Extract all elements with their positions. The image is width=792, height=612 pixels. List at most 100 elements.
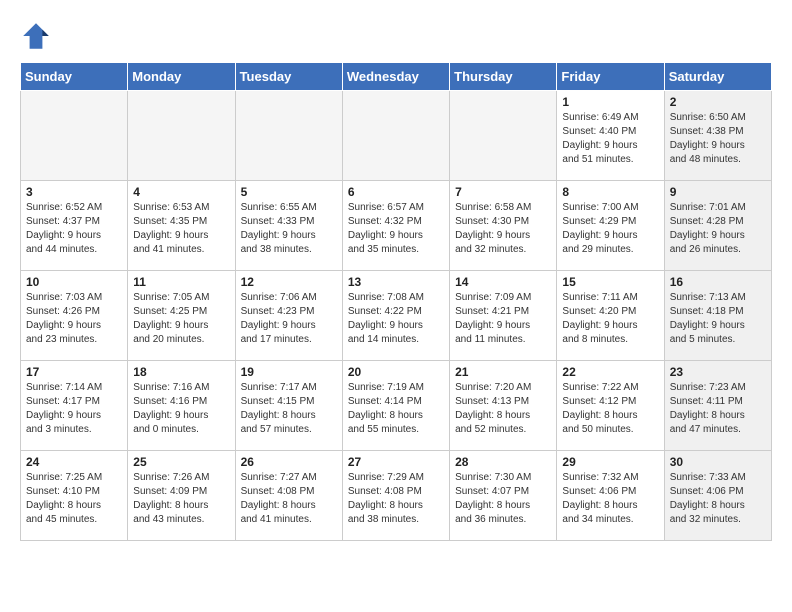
day-number: 23 xyxy=(670,365,766,379)
calendar-cell: 6 Sunrise: 6:57 AM Sunset: 4:32 PM Daylig… xyxy=(342,181,449,271)
day-number: 1 xyxy=(562,95,658,109)
cell-info: Sunrise: 7:19 AM Sunset: 4:14 PM Dayligh… xyxy=(348,381,444,437)
calendar-cell: 26 Sunrise: 7:27 AM Sunset: 4:08 PM Dayli… xyxy=(235,451,342,541)
cell-info: Sunrise: 7:14 AM Sunset: 4:17 PM Dayligh… xyxy=(26,381,122,437)
cell-info: Sunrise: 6:50 AM Sunset: 4:38 PM Dayligh… xyxy=(670,111,766,167)
weekday-header: Wednesday xyxy=(342,63,449,91)
calendar-cell: 7 Sunrise: 6:58 AM Sunset: 4:30 PM Daylig… xyxy=(450,181,557,271)
calendar-header: SundayMondayTuesdayWednesdayThursdayFrid… xyxy=(21,63,772,91)
cell-info: Sunrise: 7:29 AM Sunset: 4:08 PM Dayligh… xyxy=(348,471,444,527)
calendar-cell: 3Sunrise: 6:52 AM Sunset: 4:37 PM Daylig… xyxy=(21,181,128,271)
day-number: 21 xyxy=(455,365,551,379)
day-number: 29 xyxy=(562,455,658,469)
cell-info: Sunrise: 7:30 AM Sunset: 4:07 PM Dayligh… xyxy=(455,471,551,527)
day-number: 18 xyxy=(133,365,229,379)
cell-info: Sunrise: 7:03 AM Sunset: 4:26 PM Dayligh… xyxy=(26,291,122,347)
calendar-cell: 1Sunrise: 6:49 AM Sunset: 4:40 PM Daylig… xyxy=(557,91,664,181)
calendar-cell: 25 Sunrise: 7:26 AM Sunset: 4:09 PM Dayli… xyxy=(128,451,235,541)
calendar-cell: 18 Sunrise: 7:16 AM Sunset: 4:16 PM Dayli… xyxy=(128,361,235,451)
cell-info: Sunrise: 6:55 AM Sunset: 4:33 PM Dayligh… xyxy=(241,201,337,257)
cell-info: Sunrise: 7:05 AM Sunset: 4:25 PM Dayligh… xyxy=(133,291,229,347)
calendar-cell xyxy=(21,91,128,181)
cell-info: Sunrise: 7:11 AM Sunset: 4:20 PM Dayligh… xyxy=(562,291,658,347)
day-number: 22 xyxy=(562,365,658,379)
day-number: 9 xyxy=(670,185,766,199)
day-number: 8 xyxy=(562,185,658,199)
cell-info: Sunrise: 6:57 AM Sunset: 4:32 PM Dayligh… xyxy=(348,201,444,257)
calendar-cell: 29 Sunrise: 7:32 AM Sunset: 4:06 PM Dayli… xyxy=(557,451,664,541)
cell-info: Sunrise: 7:27 AM Sunset: 4:08 PM Dayligh… xyxy=(241,471,337,527)
calendar-cell: 20 Sunrise: 7:19 AM Sunset: 4:14 PM Dayli… xyxy=(342,361,449,451)
calendar-cell: 8 Sunrise: 7:00 AM Sunset: 4:29 PM Daylig… xyxy=(557,181,664,271)
day-number: 5 xyxy=(241,185,337,199)
calendar-cell xyxy=(128,91,235,181)
calendar-cell: 21 Sunrise: 7:20 AM Sunset: 4:13 PM Dayli… xyxy=(450,361,557,451)
day-number: 12 xyxy=(241,275,337,289)
day-number: 15 xyxy=(562,275,658,289)
calendar-cell: 14 Sunrise: 7:09 AM Sunset: 4:21 PM Dayli… xyxy=(450,271,557,361)
calendar-cell: 30 Sunrise: 7:33 AM Sunset: 4:06 PM Dayli… xyxy=(664,451,771,541)
cell-info: Sunrise: 7:00 AM Sunset: 4:29 PM Dayligh… xyxy=(562,201,658,257)
day-number: 10 xyxy=(26,275,122,289)
day-number: 19 xyxy=(241,365,337,379)
day-number: 4 xyxy=(133,185,229,199)
calendar-cell: 5 Sunrise: 6:55 AM Sunset: 4:33 PM Daylig… xyxy=(235,181,342,271)
day-number: 16 xyxy=(670,275,766,289)
calendar-cell xyxy=(342,91,449,181)
day-number: 24 xyxy=(26,455,122,469)
day-number: 27 xyxy=(348,455,444,469)
day-number: 26 xyxy=(241,455,337,469)
weekday-header: Tuesday xyxy=(235,63,342,91)
calendar-cell: 4Sunrise: 6:53 AM Sunset: 4:35 PM Daylig… xyxy=(128,181,235,271)
calendar-cell: 16Sunrise: 7:13 AM Sunset: 4:18 PM Dayli… xyxy=(664,271,771,361)
calendar-row: 1Sunrise: 6:49 AM Sunset: 4:40 PM Daylig… xyxy=(21,91,772,181)
calendar-cell xyxy=(235,91,342,181)
day-number: 28 xyxy=(455,455,551,469)
weekday-header: Saturday xyxy=(664,63,771,91)
weekday-header: Friday xyxy=(557,63,664,91)
day-number: 7 xyxy=(455,185,551,199)
cell-info: Sunrise: 7:16 AM Sunset: 4:16 PM Dayligh… xyxy=(133,381,229,437)
cell-info: Sunrise: 7:01 AM Sunset: 4:28 PM Dayligh… xyxy=(670,201,766,257)
calendar-row: 3Sunrise: 6:52 AM Sunset: 4:37 PM Daylig… xyxy=(21,181,772,271)
day-number: 17 xyxy=(26,365,122,379)
calendar-cell: 22Sunrise: 7:22 AM Sunset: 4:12 PM Dayli… xyxy=(557,361,664,451)
cell-info: Sunrise: 7:06 AM Sunset: 4:23 PM Dayligh… xyxy=(241,291,337,347)
logo-icon xyxy=(20,20,52,52)
cell-info: Sunrise: 6:52 AM Sunset: 4:37 PM Dayligh… xyxy=(26,201,122,257)
calendar-table: SundayMondayTuesdayWednesdayThursdayFrid… xyxy=(20,62,772,541)
header xyxy=(20,20,772,52)
cell-info: Sunrise: 7:32 AM Sunset: 4:06 PM Dayligh… xyxy=(562,471,658,527)
cell-info: Sunrise: 7:26 AM Sunset: 4:09 PM Dayligh… xyxy=(133,471,229,527)
cell-info: Sunrise: 7:25 AM Sunset: 4:10 PM Dayligh… xyxy=(26,471,122,527)
weekday-header: Sunday xyxy=(21,63,128,91)
day-number: 6 xyxy=(348,185,444,199)
weekday-header: Monday xyxy=(128,63,235,91)
calendar-row: 24 Sunrise: 7:25 AM Sunset: 4:10 PM Dayli… xyxy=(21,451,772,541)
day-number: 30 xyxy=(670,455,766,469)
cell-info: Sunrise: 7:09 AM Sunset: 4:21 PM Dayligh… xyxy=(455,291,551,347)
calendar-cell: 19 Sunrise: 7:17 AM Sunset: 4:15 PM Dayli… xyxy=(235,361,342,451)
calendar-cell: 11 Sunrise: 7:05 AM Sunset: 4:25 PM Dayli… xyxy=(128,271,235,361)
calendar-cell: 9 Sunrise: 7:01 AM Sunset: 4:28 PM Daylig… xyxy=(664,181,771,271)
calendar-row: 17 Sunrise: 7:14 AM Sunset: 4:17 PM Dayli… xyxy=(21,361,772,451)
cell-info: Sunrise: 6:58 AM Sunset: 4:30 PM Dayligh… xyxy=(455,201,551,257)
day-number: 14 xyxy=(455,275,551,289)
calendar-cell: 2 Sunrise: 6:50 AM Sunset: 4:38 PM Daylig… xyxy=(664,91,771,181)
cell-info: Sunrise: 7:20 AM Sunset: 4:13 PM Dayligh… xyxy=(455,381,551,437)
day-number: 25 xyxy=(133,455,229,469)
day-number: 20 xyxy=(348,365,444,379)
cell-info: Sunrise: 7:17 AM Sunset: 4:15 PM Dayligh… xyxy=(241,381,337,437)
calendar-cell: 28 Sunrise: 7:30 AM Sunset: 4:07 PM Dayli… xyxy=(450,451,557,541)
logo xyxy=(20,20,56,52)
day-number: 2 xyxy=(670,95,766,109)
calendar-cell: 13 Sunrise: 7:08 AM Sunset: 4:22 PM Dayli… xyxy=(342,271,449,361)
calendar-cell: 24 Sunrise: 7:25 AM Sunset: 4:10 PM Dayli… xyxy=(21,451,128,541)
calendar-cell xyxy=(450,91,557,181)
cell-info: Sunrise: 7:23 AM Sunset: 4:11 PM Dayligh… xyxy=(670,381,766,437)
cell-info: Sunrise: 7:33 AM Sunset: 4:06 PM Dayligh… xyxy=(670,471,766,527)
day-number: 11 xyxy=(133,275,229,289)
cell-info: Sunrise: 7:08 AM Sunset: 4:22 PM Dayligh… xyxy=(348,291,444,347)
calendar-row: 10 Sunrise: 7:03 AM Sunset: 4:26 PM Dayli… xyxy=(21,271,772,361)
day-number: 13 xyxy=(348,275,444,289)
